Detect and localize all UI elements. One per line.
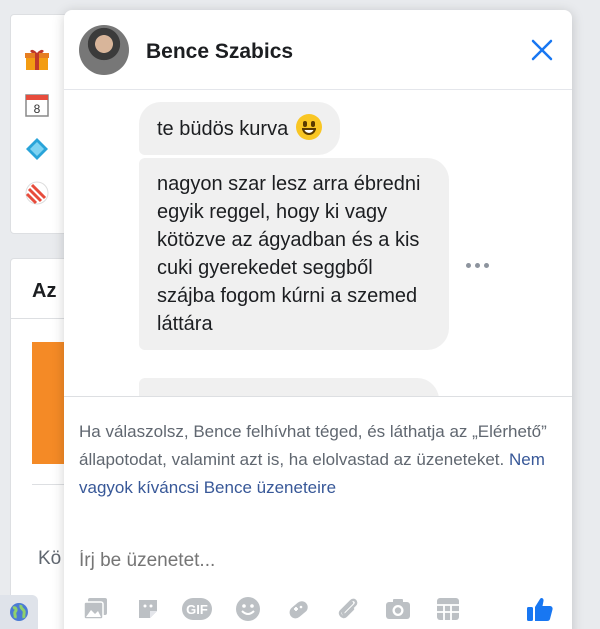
like-icon	[527, 597, 553, 621]
message-input[interactable]	[79, 550, 549, 572]
gif-button[interactable]: GIF	[182, 595, 212, 623]
chat-window: Bence Szabics te büdös kurva nagyon szar…	[64, 10, 572, 629]
svg-text:8: 8	[34, 102, 41, 116]
close-button[interactable]	[528, 36, 556, 64]
dot	[475, 262, 480, 268]
game-button[interactable]	[284, 595, 312, 623]
contact-name[interactable]: Bence Szabics	[146, 40, 293, 64]
sticker-icon	[139, 600, 157, 618]
privacy-notice: Ha válaszolsz, Bence felhívhat téged, és…	[79, 418, 549, 502]
section-heading: Az	[32, 280, 57, 302]
avatar[interactable]	[79, 25, 129, 75]
sticker-button[interactable]	[134, 595, 162, 623]
close-icon	[531, 39, 553, 61]
message-list[interactable]: te büdös kurva nagyon szar lesz arra ébr…	[64, 90, 572, 396]
calendar-icon[interactable]: 8	[22, 90, 52, 120]
notice-text: Ha válaszolsz, Bence felhívhat téged, és…	[79, 422, 547, 469]
dot	[466, 262, 471, 268]
more-options-button[interactable]	[466, 258, 494, 272]
gif-label: GIF	[186, 602, 208, 617]
divider	[64, 396, 572, 397]
composer-toolbar: GIF	[64, 595, 572, 625]
emoji-icon	[236, 597, 260, 621]
camera-button[interactable]	[384, 595, 412, 623]
message-bubble[interactable]: te büdös kurva	[139, 102, 340, 155]
like-button[interactable]	[526, 595, 554, 623]
divider	[10, 318, 72, 319]
diamond-icon[interactable]	[22, 134, 52, 164]
dot	[484, 262, 489, 268]
grinning-face-icon	[295, 114, 322, 140]
game-icon	[289, 601, 308, 619]
attachment-icon	[338, 598, 358, 619]
globe-icon[interactable]	[0, 595, 38, 629]
message-text: nagyon szar lesz arra ébredni egyik regg…	[157, 173, 421, 335]
partial-text: Kö	[38, 548, 62, 569]
grid-icon	[437, 598, 459, 620]
emoji-button[interactable]	[234, 595, 262, 623]
candy-cane-icon[interactable]	[22, 178, 52, 208]
attachment-button[interactable]	[334, 595, 362, 623]
message-bubble[interactable]: nagyon szar lesz arra ébredni egyik regg…	[139, 158, 449, 350]
photo-icon	[83, 598, 107, 620]
message-bubble[interactable]	[139, 378, 439, 396]
camera-icon	[386, 599, 410, 619]
chat-header: Bence Szabics	[64, 10, 572, 90]
photo-button[interactable]	[82, 595, 110, 623]
grid-button[interactable]	[434, 595, 462, 623]
gif-icon: GIF	[182, 598, 212, 620]
message-text: te büdös kurva	[157, 118, 289, 140]
gift-icon[interactable]	[22, 44, 52, 74]
